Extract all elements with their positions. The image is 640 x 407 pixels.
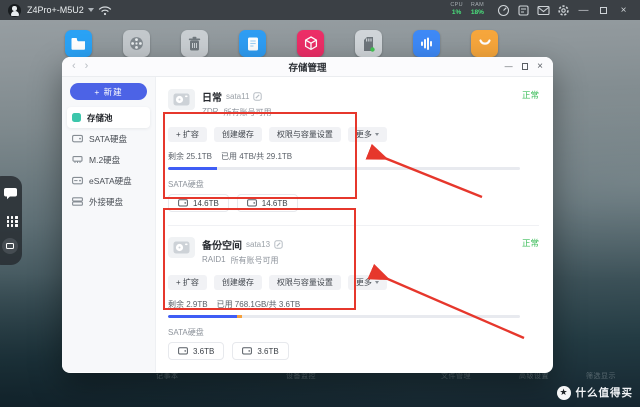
- pool-used: 已用 768.1GB/共 3.6TB: [216, 300, 301, 309]
- disk-chip-icon: [246, 199, 257, 207]
- caret-down-icon: [374, 281, 379, 284]
- pool-used: 已用 4TB/共 29.1TB: [221, 152, 293, 161]
- desktop-shortcut-label[interactable]: 筛选显示: [586, 371, 616, 381]
- cpu-stat: CPU 1%: [450, 2, 463, 17]
- mail-icon[interactable]: [535, 2, 552, 18]
- dock-icon-memory-card[interactable]: [355, 30, 382, 57]
- ram-stat: RAM 18%: [470, 2, 484, 17]
- desktop: Z4Pro+-M5U2 CPU 1% RAM 18% — × 存储管理 ‹ › …: [0, 0, 640, 407]
- sidebar-item-label: M.2硬盘: [89, 154, 121, 165]
- window-titlebar: 存储管理 ‹ › — ×: [62, 57, 553, 77]
- pool-remaining: 剩余 2.9TB: [168, 300, 208, 309]
- create-cache-button[interactable]: 创建缓存: [213, 275, 262, 290]
- disk-chip-icon: [178, 347, 188, 355]
- dock-icon-trash[interactable]: [181, 30, 208, 57]
- permission-capacity-settings-button[interactable]: 权限与容量设置: [268, 275, 341, 290]
- esata-disk-icon: [72, 176, 83, 185]
- minimize-all-button[interactable]: —: [575, 2, 592, 18]
- sidebar-item-storage-pool[interactable]: 存储池: [67, 107, 150, 128]
- app-grid-icon[interactable]: [7, 216, 18, 227]
- sidebar-item-label: 存储池: [87, 112, 113, 123]
- disk-section-label: SATA硬盘: [168, 328, 204, 337]
- pool-id: sata11: [226, 92, 250, 101]
- pool-id: sata13: [246, 240, 271, 249]
- storage-management-window: 存储管理 ‹ › — × + 新建 存储池 SATA硬盘 M.2硬盘 eSATA…: [62, 57, 553, 373]
- system-topbar: Z4Pro+-M5U2 CPU 1% RAM 18% — ×: [0, 0, 640, 20]
- edit-pool-icon[interactable]: [274, 240, 283, 249]
- pool-usage-progressbar: [168, 167, 520, 170]
- create-cache-button[interactable]: 创建缓存: [213, 127, 262, 142]
- storage-pool-card-daily: 日常 sata11 ZDR 所有账号可用 正常 + 扩容 创建缓存 权限与容量设…: [168, 89, 539, 212]
- chat-bubble-icon[interactable]: [3, 187, 18, 205]
- window-minimize-button[interactable]: —: [505, 62, 513, 71]
- watermark: ★ 什么值得买: [556, 385, 634, 400]
- storage-pool-card-backup: 备份空间 sata13 RAID1 所有账号可用 正常 + 扩容 创建缓存 权限…: [168, 225, 539, 360]
- disk-section-label: SATA硬盘: [168, 180, 204, 189]
- sidebar-item-esata-disk[interactable]: eSATA硬盘: [62, 170, 155, 191]
- pool-mode: ZDR: [202, 107, 219, 116]
- sidebar-item-label: eSATA硬盘: [89, 175, 132, 186]
- more-button[interactable]: 更多: [347, 275, 387, 290]
- pool-name: 日常: [202, 93, 222, 104]
- more-button[interactable]: 更多: [347, 127, 387, 142]
- pool-disk-icon: [168, 89, 195, 110]
- edit-pool-icon[interactable]: [253, 92, 263, 101]
- pool-mode: RAID1: [202, 255, 226, 264]
- watermark-text: 什么值得买: [575, 387, 633, 399]
- performance-gauge-icon[interactable]: [495, 2, 512, 18]
- dock-icon-equalizer[interactable]: [413, 30, 440, 57]
- pool-remaining: 剩余 25.1TB: [168, 152, 213, 161]
- user-avatar-icon[interactable]: [8, 3, 21, 17]
- caret-down-icon: [374, 133, 379, 136]
- pool-usage-progressbar: [168, 315, 520, 318]
- window-maximize-button[interactable]: [521, 63, 529, 70]
- expand-capacity-button[interactable]: + 扩容: [168, 275, 207, 290]
- dock-icon-download-cube[interactable]: [297, 30, 324, 57]
- sata-disk-icon: [72, 134, 83, 143]
- window-sidebar: + 新建 存储池 SATA硬盘 M.2硬盘 eSATA硬盘 外接硬盘: [62, 77, 156, 372]
- window-title: 存储管理: [288, 62, 327, 74]
- permission-capacity-settings-button[interactable]: 权限与容量设置: [268, 127, 341, 142]
- close-all-button[interactable]: ×: [615, 2, 632, 18]
- widget-panel-icon[interactable]: [515, 2, 532, 18]
- sidebar-item-m2-disk[interactable]: M.2硬盘: [62, 149, 155, 170]
- disk-chip: 14.6TB: [236, 194, 298, 212]
- pool-access: 所有账号可用: [230, 256, 279, 265]
- dock-icon-notes[interactable]: [239, 30, 266, 57]
- chevron-down-icon: [87, 8, 94, 12]
- window-close-button[interactable]: ×: [537, 61, 543, 72]
- settings-gear-icon[interactable]: [555, 2, 572, 18]
- wifi-icon[interactable]: [97, 2, 114, 18]
- dock-icon-mall-smile[interactable]: [471, 30, 498, 57]
- m2-disk-icon: [72, 156, 83, 163]
- window-content: 日常 sata11 ZDR 所有账号可用 正常 + 扩容 创建缓存 权限与容量设…: [156, 77, 553, 372]
- disk-chip: 3.6TB: [232, 342, 289, 360]
- pool-access: 所有账号可用: [223, 108, 272, 117]
- disk-chip-icon: [242, 347, 253, 355]
- pool-status-badge: 正常: [521, 238, 539, 248]
- dock-icon-media-reel[interactable]: [123, 30, 150, 57]
- pool-name: 备份空间: [202, 241, 242, 252]
- sidebar-item-label: SATA硬盘: [89, 133, 127, 144]
- pool-disk-icon: [168, 237, 195, 258]
- new-pool-button[interactable]: + 新建: [70, 83, 147, 100]
- watermark-logo-icon: ★: [556, 385, 571, 400]
- disk-chip: 14.6TB: [168, 194, 229, 212]
- device-name[interactable]: Z4Pro+-M5U2: [27, 5, 84, 15]
- sidebar-item-sata-disk[interactable]: SATA硬盘: [62, 128, 155, 149]
- dock-icon-folder[interactable]: [65, 30, 92, 57]
- disk-chip: 3.6TB: [168, 342, 225, 360]
- expand-capacity-button[interactable]: + 扩容: [168, 127, 207, 142]
- screen-display-icon[interactable]: [2, 237, 18, 254]
- disk-chip-icon: [178, 199, 188, 207]
- floating-side-toolbar: [0, 176, 22, 265]
- external-disk-icon: [72, 197, 83, 206]
- maximize-all-button[interactable]: [595, 2, 612, 18]
- storage-pool-icon: [72, 113, 81, 122]
- sidebar-item-external-disk[interactable]: 外接硬盘: [62, 191, 155, 212]
- pool-status-badge: 正常: [521, 90, 539, 100]
- sidebar-item-label: 外接硬盘: [89, 196, 124, 207]
